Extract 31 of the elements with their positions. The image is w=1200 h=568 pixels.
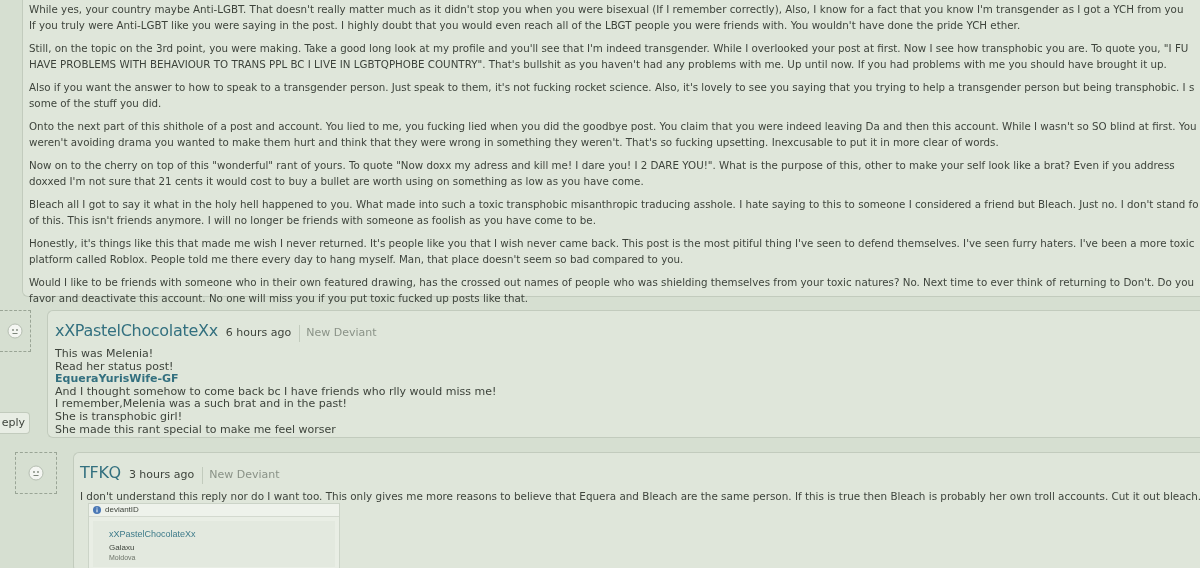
comment-text: She is transphobic girl! [55, 410, 184, 424]
comment-text: I remember,Melenia was a such brat and in the past! [55, 398, 349, 411]
comment-text: Read her status post! [55, 360, 175, 374]
user-link[interactable]: EqueraYurisWife-GF [55, 373, 1200, 386]
comment-paragraph: Now on to the cherry on top of this "wonderful" rant of yours. To quote "Now doxx my adress and kill me! I dare you! I 2 DARE YOU!". What is the purpose of this, other to make your self look like a brat? Even if you address doxxed I'm not sure that 21 cents it would cost to buy a bullet are worth using on something as low as you have come. [29, 158, 1176, 189]
smiley-icon [7, 323, 23, 339]
timestamp: 3 hours ago [128, 467, 195, 483]
comment-text: She made this rant special to make me feel worser [55, 423, 337, 437]
card-title: deviantID [105, 504, 139, 516]
username-link[interactable]: xXPastelChocolateXx [55, 319, 218, 343]
username-link[interactable]: TFKQ [80, 461, 121, 485]
avatar-frame[interactable] [0, 310, 31, 352]
comment-paragraph: Bleach all I got to say it what in the holy hell happened to you. What made into such a toxic transphobic misanthropic traducing asshole. I hate saying to this to someone I considered a friend but Bleach. Just no. I don't stand fo of this. This isn't friends anymore. I will no longer be friends with someone as foolish as you have come to be. [29, 197, 1200, 228]
comment-text: And I thought somehow to come back bc I have friends who rlly would miss me! [55, 385, 498, 399]
profile-username: xXPastelChocolateXx [109, 529, 196, 540]
comment-paragraph: Still, on the topic on the 3rd point, you were making. Take a good long look at my profile and you'll see that I'm indeed transgender. While I overlooked your post at first. Now I see how transphobic you are. To quote you, "I FU HAVE PROBLEMS WITH BEHAVIOUR TO TRANS PPL BC I LIVE IN LGBTQPHOBE COUNTRY". That's bullshit as you haven't had any problems with me. Up until now. If you had problems with me you should have brought it up. [29, 41, 1190, 72]
comment-paragraph: Would I like to be friends with someone who in their own featured drawing, has the crossed out names of people who was shielding themselves from your toxic natures? No. Next time to ever think of returning to Don't. Do you favor and deactivate this account. No one will miss you if you put toxic fucked up posts like that. [29, 275, 1195, 306]
comment-text: This was Melenia! [55, 348, 155, 361]
comment-paragraph: Also if you want the answer to how to speak to a transgender person. Just speak to them, it's not fucking rocket science. Also, it's lovely to see you saying that you trying to help a transgender person but being transphobic. I s some of the stuff you did. [29, 80, 1196, 111]
info-icon [93, 506, 101, 514]
smiley-icon [28, 465, 44, 481]
comment-text: I don't understand this reply nor do I want too. This only gives me more reasons to believe that Equera and Bleach are the same person. If this is true then Bleach is probably her own troll accounts. Cut it out bleach. [80, 489, 1200, 503]
comment-paragraph: Onto the next part of this shithole of a post and account. You lied to me, you fucking lied when you did the goodbye post. You claim that you were indeed leaving Da and then this account. While I wasn't so SO blind at first. You weren't avoiding drama you wanted to make them hurt and think that they were wrong in something they weren't. That's so fucking upsetting. Inexcusable to put it in more clear of words. [29, 119, 1198, 150]
member-status: New Deviant [299, 325, 377, 342]
comment-paragraph: Honestly, it's things like this that made me wish I never returned. It's people like you that I wish never came back. This post is the most pitiful thing I've seen to defend themselves. I've seen furry haters. I've been a more toxic platform called Roblox. People told me there every day to hang myself. Man, that place doesn't seem so bad compared to you. [29, 236, 1196, 267]
reply-button[interactable]: eply [0, 412, 30, 434]
member-status: New Deviant [202, 467, 280, 484]
comment-paragraph: While yes, your country maybe Anti-LGBT. That doesn't really matter much as it didn't stop you when you were bisexual (If I remember correctly), Also, I know for a fact that you know I'm transgender as I got a YCH from you If you truly were Anti-LGBT like you were saying in the post. I highly doubt that you would even reach all of the LBGT people you were friends with. You wouldn't have done the pride YCH ether. [29, 2, 1185, 33]
timestamp: 6 hours ago [225, 325, 292, 341]
profile-name: Galaxu [109, 543, 135, 553]
avatar-frame[interactable] [15, 452, 57, 494]
